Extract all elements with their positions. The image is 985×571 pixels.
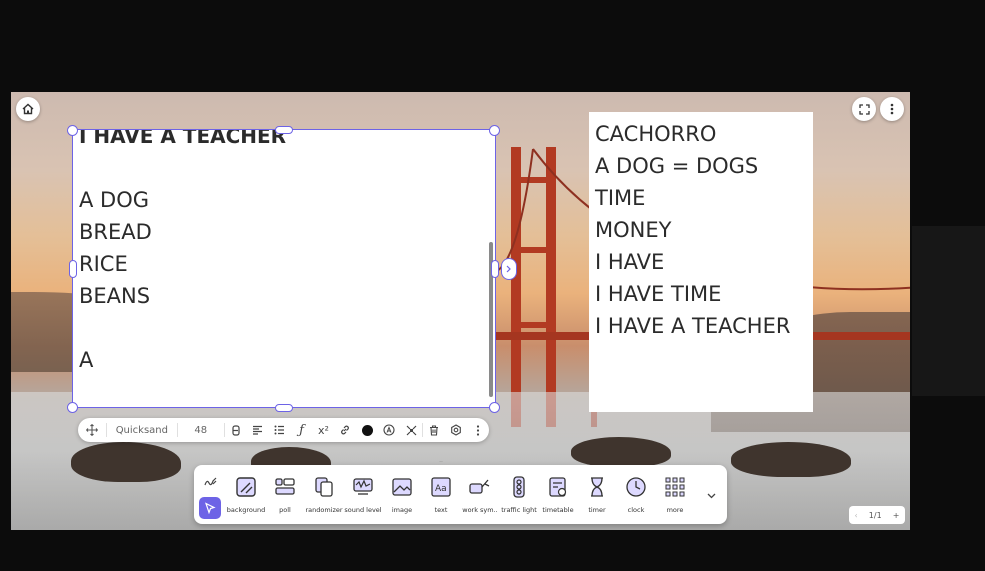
text-format-toolbar: Quicksand 48 ƒ x² bbox=[78, 418, 489, 442]
note-line bbox=[79, 152, 489, 184]
fullscreen-icon bbox=[858, 103, 870, 115]
traffic-light-icon bbox=[513, 476, 525, 498]
resize-handle-left[interactable] bbox=[69, 260, 77, 278]
resize-handle-top-right[interactable] bbox=[489, 125, 500, 136]
cursor-icon bbox=[204, 502, 216, 514]
link-icon bbox=[341, 425, 350, 435]
poll-icon bbox=[275, 478, 295, 495]
note-line bbox=[79, 312, 489, 344]
page-navigator: ‹ 1/1 + bbox=[849, 506, 905, 524]
home-button[interactable] bbox=[16, 97, 40, 121]
text-note-right[interactable]: CACHORRO A DOG = DOGS TIME MONEY I HAVE … bbox=[589, 112, 813, 412]
more-vertical-icon bbox=[890, 103, 894, 115]
font-size-input[interactable]: 48 bbox=[178, 418, 224, 442]
tool-dock: ·· background poll randomizer sound leve… bbox=[194, 460, 727, 524]
settings-button[interactable] bbox=[445, 418, 467, 442]
note-line: I HAVE TIME bbox=[595, 282, 722, 306]
resize-handle-bottom-left[interactable] bbox=[67, 402, 78, 413]
background-rock bbox=[571, 437, 671, 467]
note-line: BEANS bbox=[79, 284, 151, 308]
list-button[interactable] bbox=[269, 418, 291, 442]
whiteboard-canvas[interactable]: I HAVE A TEACHER A DOG BREAD RICE BEANS … bbox=[11, 92, 910, 530]
more-grid-icon bbox=[665, 477, 685, 497]
delete-button[interactable] bbox=[423, 418, 445, 442]
note-line: I HAVE A TEACHER bbox=[595, 314, 791, 338]
bold-icon bbox=[232, 424, 240, 436]
sound-level-icon bbox=[353, 478, 373, 495]
highlight-button[interactable] bbox=[378, 418, 400, 442]
function-icon: ƒ bbox=[299, 422, 304, 438]
note-line: A DOG bbox=[79, 188, 150, 212]
crop-button[interactable] bbox=[400, 418, 422, 442]
note-line: CACHORRO bbox=[595, 122, 717, 146]
trash-icon bbox=[430, 424, 439, 436]
background-rock bbox=[71, 442, 181, 482]
add-page-button[interactable]: + bbox=[893, 511, 900, 520]
resize-handle-top[interactable] bbox=[275, 126, 293, 134]
color-swatch bbox=[361, 424, 373, 436]
board-menu-button[interactable] bbox=[880, 97, 904, 121]
superscript-icon: x² bbox=[317, 423, 329, 437]
list-icon bbox=[274, 425, 285, 435]
more-options-button[interactable] bbox=[467, 418, 489, 442]
clock-icon bbox=[626, 477, 646, 497]
background-icon bbox=[236, 477, 256, 497]
collapse-dock-button[interactable] bbox=[702, 487, 720, 505]
resize-handle-bottom[interactable] bbox=[275, 404, 293, 412]
text-color-button[interactable] bbox=[356, 418, 378, 442]
move-icon bbox=[86, 424, 98, 436]
move-button[interactable] bbox=[78, 418, 106, 442]
font-select[interactable]: Quicksand bbox=[107, 418, 177, 442]
hourglass-icon bbox=[591, 477, 603, 497]
home-icon bbox=[22, 103, 34, 115]
tool-label: more bbox=[666, 506, 684, 514]
note-line: A DOG = DOGS bbox=[595, 154, 759, 178]
fullscreen-button[interactable] bbox=[852, 97, 876, 121]
work-symbols-icon bbox=[469, 479, 490, 494]
svg-text:Aa: Aa bbox=[435, 484, 447, 494]
align-button[interactable] bbox=[247, 418, 269, 442]
link-button[interactable] bbox=[334, 418, 356, 442]
pen-scribble-icon bbox=[204, 477, 217, 486]
dock-drag-handle[interactable]: ·· bbox=[436, 460, 446, 466]
formula-button[interactable]: ƒ bbox=[291, 418, 313, 442]
page-indicator: 1/1 bbox=[868, 510, 882, 520]
superscript-button[interactable]: x² bbox=[312, 418, 334, 442]
more-vertical-icon bbox=[477, 424, 480, 436]
note-line: BREAD bbox=[79, 220, 152, 244]
note-line: I HAVE bbox=[595, 250, 665, 274]
image-icon bbox=[392, 478, 412, 496]
chevron-right-icon bbox=[506, 265, 511, 273]
background-rock bbox=[731, 442, 851, 477]
side-panel bbox=[912, 226, 985, 396]
note-line: RICE bbox=[79, 252, 128, 276]
resize-icon bbox=[406, 425, 417, 435]
resize-handle-top-left[interactable] bbox=[67, 125, 78, 136]
timetable-icon bbox=[549, 477, 567, 497]
connector-handle[interactable] bbox=[501, 258, 517, 280]
randomizer-icon bbox=[315, 477, 333, 497]
align-left-icon bbox=[253, 425, 263, 435]
note-line: TIME bbox=[595, 186, 646, 210]
text-note-left[interactable]: I HAVE A TEACHER A DOG BREAD RICE BEANS … bbox=[73, 130, 495, 407]
prev-page-button[interactable]: ‹ bbox=[855, 511, 858, 520]
gear-icon bbox=[451, 424, 462, 436]
note-line: MONEY bbox=[595, 218, 672, 242]
draw-tool-button[interactable] bbox=[202, 473, 220, 491]
select-tool-button[interactable] bbox=[199, 497, 221, 519]
resize-handle-right[interactable] bbox=[491, 260, 499, 278]
tool-more[interactable]: more bbox=[651, 473, 699, 514]
chevron-down-icon bbox=[707, 493, 715, 499]
text-icon: Aa bbox=[431, 477, 451, 497]
note-line: A bbox=[79, 348, 94, 372]
resize-handle-bottom-right[interactable] bbox=[489, 402, 500, 413]
text-style-icon bbox=[383, 424, 395, 436]
bold-button[interactable] bbox=[225, 418, 247, 442]
